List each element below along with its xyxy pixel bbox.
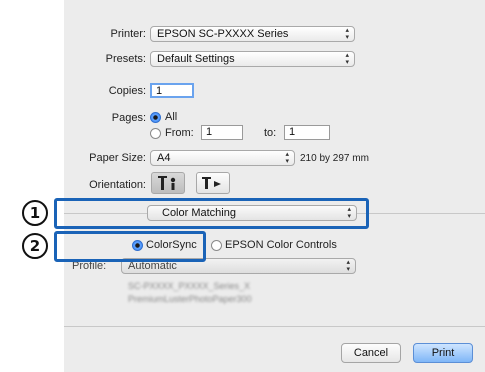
- printer-value: EPSON SC-PXXXX Series: [157, 28, 289, 40]
- paper-size-label: Paper Size:: [89, 152, 146, 164]
- print-button[interactable]: Print: [413, 343, 473, 363]
- callout-box-two: [54, 231, 206, 262]
- copies-field[interactable]: 1: [150, 83, 194, 98]
- callout-badge-one: 1: [22, 200, 48, 226]
- pages-from-radio[interactable]: [150, 128, 161, 139]
- paper-size-dimensions: 210 by 297 mm: [300, 153, 369, 164]
- portrait-icon: [158, 176, 176, 190]
- pages-all-label: All: [165, 111, 178, 123]
- pages-from-label: From:: [165, 127, 194, 139]
- profile-info-line-1: SC-PXXXX_PXXXX_Series_X: [128, 281, 251, 291]
- orientation-label: Orientation:: [89, 179, 146, 191]
- cancel-button[interactable]: Cancel: [341, 343, 401, 363]
- popup-arrows-icon: ▴ ▾: [345, 27, 349, 41]
- pages-to-label: to:: [264, 127, 277, 139]
- landscape-icon: [202, 177, 221, 189]
- epson-color-controls-label: EPSON Color Controls: [225, 239, 337, 251]
- pages-from-field[interactable]: 1: [201, 125, 243, 140]
- orientation-landscape-button[interactable]: [196, 172, 230, 194]
- paper-size-value: A4: [157, 152, 171, 164]
- popup-arrows-icon: ▴ ▾: [345, 52, 349, 66]
- popup-arrows-icon: ▴ ▾: [346, 259, 350, 273]
- profile-info-line-2: PremiumLusterPhotoPaper300: [128, 294, 252, 304]
- copies-label: Copies:: [108, 85, 146, 97]
- printer-label: Printer:: [110, 28, 146, 40]
- presets-label: Presets:: [105, 53, 146, 65]
- pages-all-radio[interactable]: [150, 112, 161, 123]
- epson-color-controls-radio[interactable]: [211, 240, 222, 251]
- presets-value: Default Settings: [157, 53, 235, 65]
- callout-badge-two: 2: [22, 233, 48, 259]
- orientation-portrait-button[interactable]: [151, 172, 185, 194]
- pages-to-field[interactable]: 1: [284, 125, 330, 140]
- callout-box-one: [54, 198, 369, 229]
- paper-size-popup[interactable]: A4 ▴ ▾: [150, 150, 295, 166]
- pages-label: Pages:: [111, 112, 146, 124]
- presets-popup[interactable]: Default Settings ▴ ▾: [150, 51, 355, 67]
- printer-popup[interactable]: EPSON SC-PXXXX Series ▴ ▾: [150, 26, 355, 42]
- popup-arrows-icon: ▴ ▾: [285, 151, 289, 165]
- bottom-separator: [64, 326, 485, 327]
